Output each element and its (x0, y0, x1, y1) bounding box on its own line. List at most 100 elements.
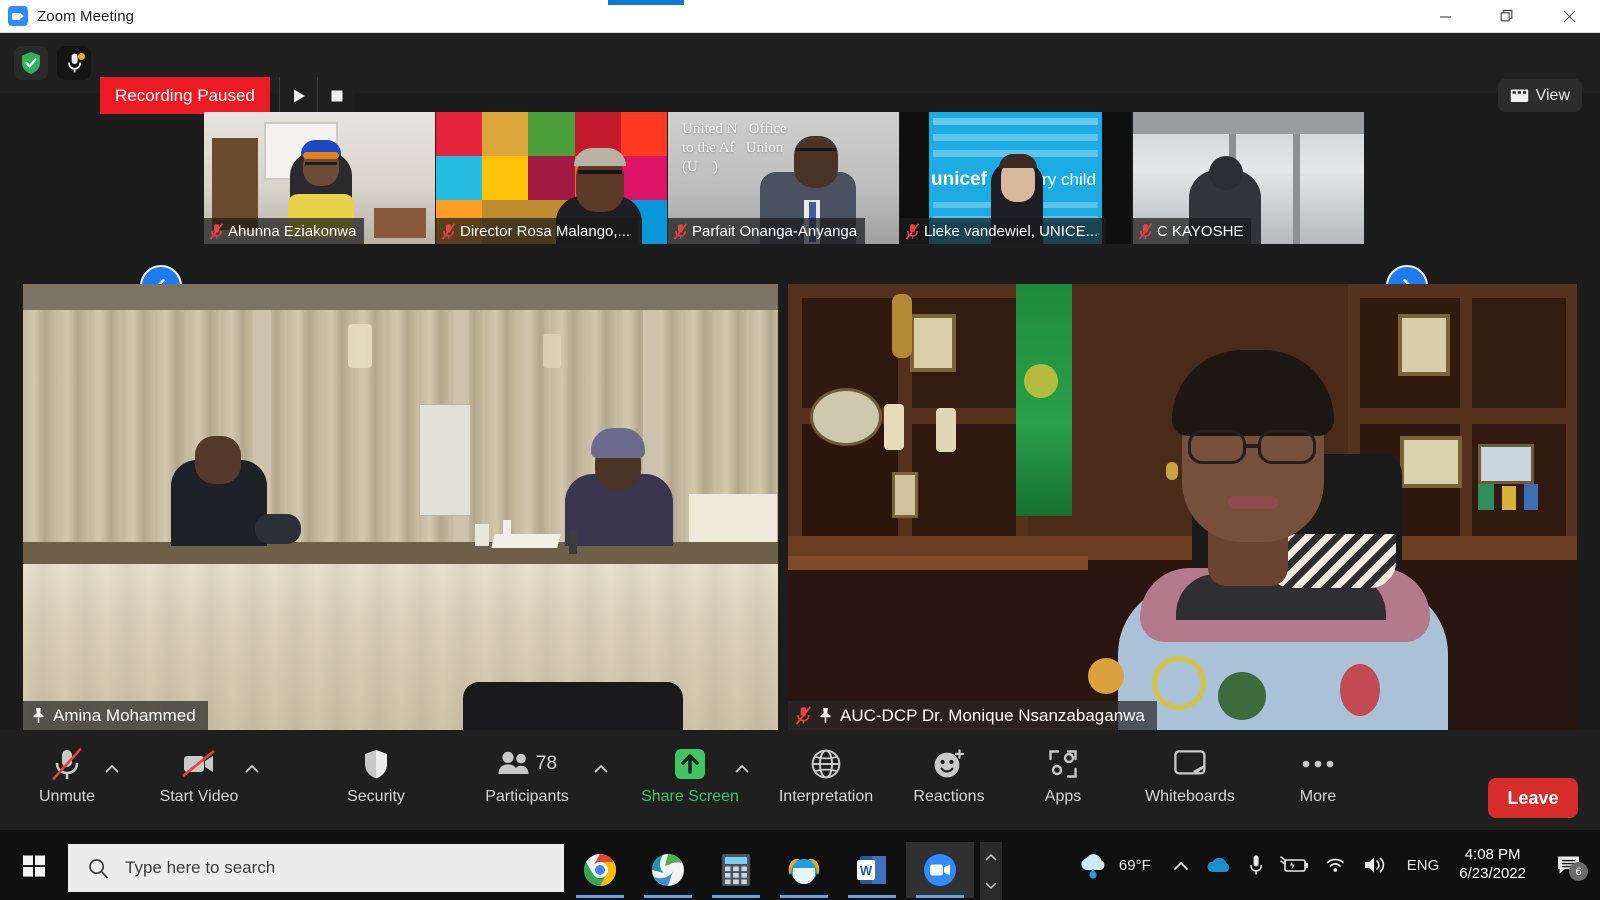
reactions-button[interactable]: Reactions (902, 744, 996, 816)
thumbnail-name-text: Ahunna Eziakonwa (228, 222, 357, 240)
search-input[interactable]: Type here to search (68, 844, 564, 892)
taskbar-app-word[interactable]: W (838, 842, 906, 898)
tray-overflow-button[interactable] (1173, 860, 1189, 871)
onedrive-icon[interactable] (1205, 855, 1233, 875)
whiteboards-label: Whiteboards (1145, 788, 1235, 805)
chevron-up-icon[interactable] (985, 853, 997, 861)
search-icon (88, 858, 109, 879)
notification-count-badge: 6 (1569, 862, 1588, 881)
start-video-label: Start Video (159, 788, 239, 805)
more-label: More (1299, 788, 1337, 805)
unmute-label: Unmute (38, 788, 96, 805)
video-name-label: Amina Mohammed (23, 701, 208, 730)
chevron-down-icon[interactable] (985, 882, 997, 890)
share-screen-icon (673, 744, 707, 784)
window-title: Zoom Meeting (37, 7, 135, 25)
taskbar-app-zoom[interactable] (906, 842, 974, 898)
temperature-label: 69°F (1118, 856, 1151, 874)
video-scene-conference-room (23, 284, 778, 730)
video-name-label: AUC-DCP Dr. Monique Nsanzabaganwa (788, 701, 1157, 730)
grid-view-icon (1510, 88, 1529, 104)
taskbar-scrollbar[interactable] (980, 842, 1002, 900)
security-shield-check-icon[interactable] (14, 46, 48, 80)
thumbnail-name-text: Director Rosa Malango,... (460, 222, 631, 240)
globe-icon (810, 744, 842, 784)
main-video-tile[interactable]: Amina Mohammed (23, 284, 778, 730)
more-ellipsis-icon (1301, 744, 1335, 784)
video-muted-icon (179, 744, 219, 784)
participants-options-caret[interactable] (594, 762, 608, 775)
mic-activity-indicator (78, 53, 85, 60)
wifi-icon[interactable] (1325, 856, 1347, 874)
meeting-top-bar: Recording Paused View (0, 33, 1600, 114)
taskbar-app-internet-explorer[interactable] (770, 842, 838, 898)
view-button[interactable]: View (1497, 79, 1582, 112)
reactions-label: Reactions (913, 788, 985, 805)
video-options-caret[interactable] (245, 762, 259, 775)
svg-text:W: W (860, 863, 873, 878)
muted-mic-icon (210, 222, 223, 240)
weather-widget[interactable]: 69°F (1077, 851, 1151, 879)
rain-cloud-icon (1077, 851, 1109, 879)
main-video-tile[interactable]: AUC-DCP Dr. Monique Nsanzabaganwa (788, 284, 1577, 730)
security-button[interactable]: Security (335, 744, 417, 816)
microphone-icon[interactable] (57, 46, 91, 80)
whiteboards-button[interactable]: Whiteboards (1130, 744, 1250, 816)
share-screen-label: Share Screen (641, 788, 739, 805)
taskbar-app-browser[interactable] (634, 842, 702, 898)
minimize-button[interactable] (1414, 0, 1476, 32)
microphone-icon[interactable] (1249, 854, 1263, 876)
taskbar-app-chrome[interactable] (566, 842, 634, 898)
windows-start-icon[interactable] (12, 847, 56, 885)
clock-time: 4:08 PM (1464, 846, 1521, 864)
share-options-caret[interactable] (735, 762, 749, 775)
main-video-stage: Amina Mohammed AUC-DCP Dr. Monique Nsanz… (0, 284, 1600, 730)
resume-recording-button[interactable] (279, 77, 317, 114)
interpretation-button[interactable]: Interpretation (765, 744, 887, 816)
thumbnail-name-text: C KAYOSHE (1157, 222, 1244, 240)
reactions-smiley-icon (932, 744, 966, 784)
thumbnail-participant[interactable]: C KAYOSHE (1133, 112, 1364, 244)
share-screen-button[interactable]: Share Screen (636, 744, 744, 816)
restore-button[interactable] (1476, 0, 1538, 32)
stop-recording-button[interactable] (317, 77, 355, 114)
notifications-button[interactable]: 6 (1546, 845, 1590, 885)
zoom-meeting-window: Zoom Meeting Recording Paused View Ahunn… (0, 0, 1600, 900)
thumbnail-participant[interactable]: unicef every child Lieke vandewiel, UNIC… (900, 112, 1131, 244)
window-title-bar: Zoom Meeting (0, 0, 1600, 33)
taskbar-app-indicator (644, 895, 692, 898)
microphone-muted-icon (50, 744, 84, 784)
shield-icon (362, 744, 390, 784)
more-button[interactable]: More (1280, 744, 1356, 816)
battery-charging-icon[interactable] (1279, 856, 1309, 874)
apps-icon (1047, 744, 1079, 784)
thumbnail-participant[interactable]: United N Office to the Af Union (U ) Par… (668, 112, 899, 244)
thumbnail-name-label: Parfait Onanga-Anyanga (668, 218, 866, 244)
participants-icon: 78 (497, 744, 557, 784)
muted-mic-icon (1139, 222, 1152, 240)
clock[interactable]: 4:08 PM 6/23/2022 (1459, 846, 1526, 884)
apps-button[interactable]: Apps (1024, 744, 1102, 816)
view-button-label: View (1535, 86, 1570, 104)
thumbnail-name-label: C KAYOSHE (1133, 218, 1252, 244)
muted-mic-icon (796, 706, 811, 725)
audio-options-caret[interactable] (105, 762, 119, 775)
thumbnail-participant[interactable]: Director Rosa Malango,... (436, 112, 667, 244)
recording-status-badge: Recording Paused (100, 77, 270, 114)
start-video-button[interactable]: Start Video (152, 744, 246, 816)
close-button[interactable] (1538, 0, 1600, 32)
taskbar-app-calculator[interactable] (702, 842, 770, 898)
participants-count: 78 (535, 753, 558, 774)
unmute-button[interactable]: Unmute (30, 744, 104, 816)
thumbnail-name-text: Parfait Onanga-Anyanga (692, 222, 858, 240)
leave-button[interactable]: Leave (1488, 778, 1578, 818)
security-label: Security (347, 788, 405, 805)
taskbar-app-indicator (848, 895, 896, 898)
participants-button[interactable]: 78 Participants (480, 744, 574, 816)
pin-icon (31, 707, 46, 724)
video-scene-office-bookshelf (788, 284, 1577, 730)
thumbnail-participant[interactable]: Ahunna Eziakonwa (204, 112, 435, 244)
clock-date: 6/23/2022 (1459, 865, 1526, 882)
speaker-icon[interactable] (1363, 855, 1389, 875)
language-indicator[interactable]: ENG (1407, 857, 1440, 874)
